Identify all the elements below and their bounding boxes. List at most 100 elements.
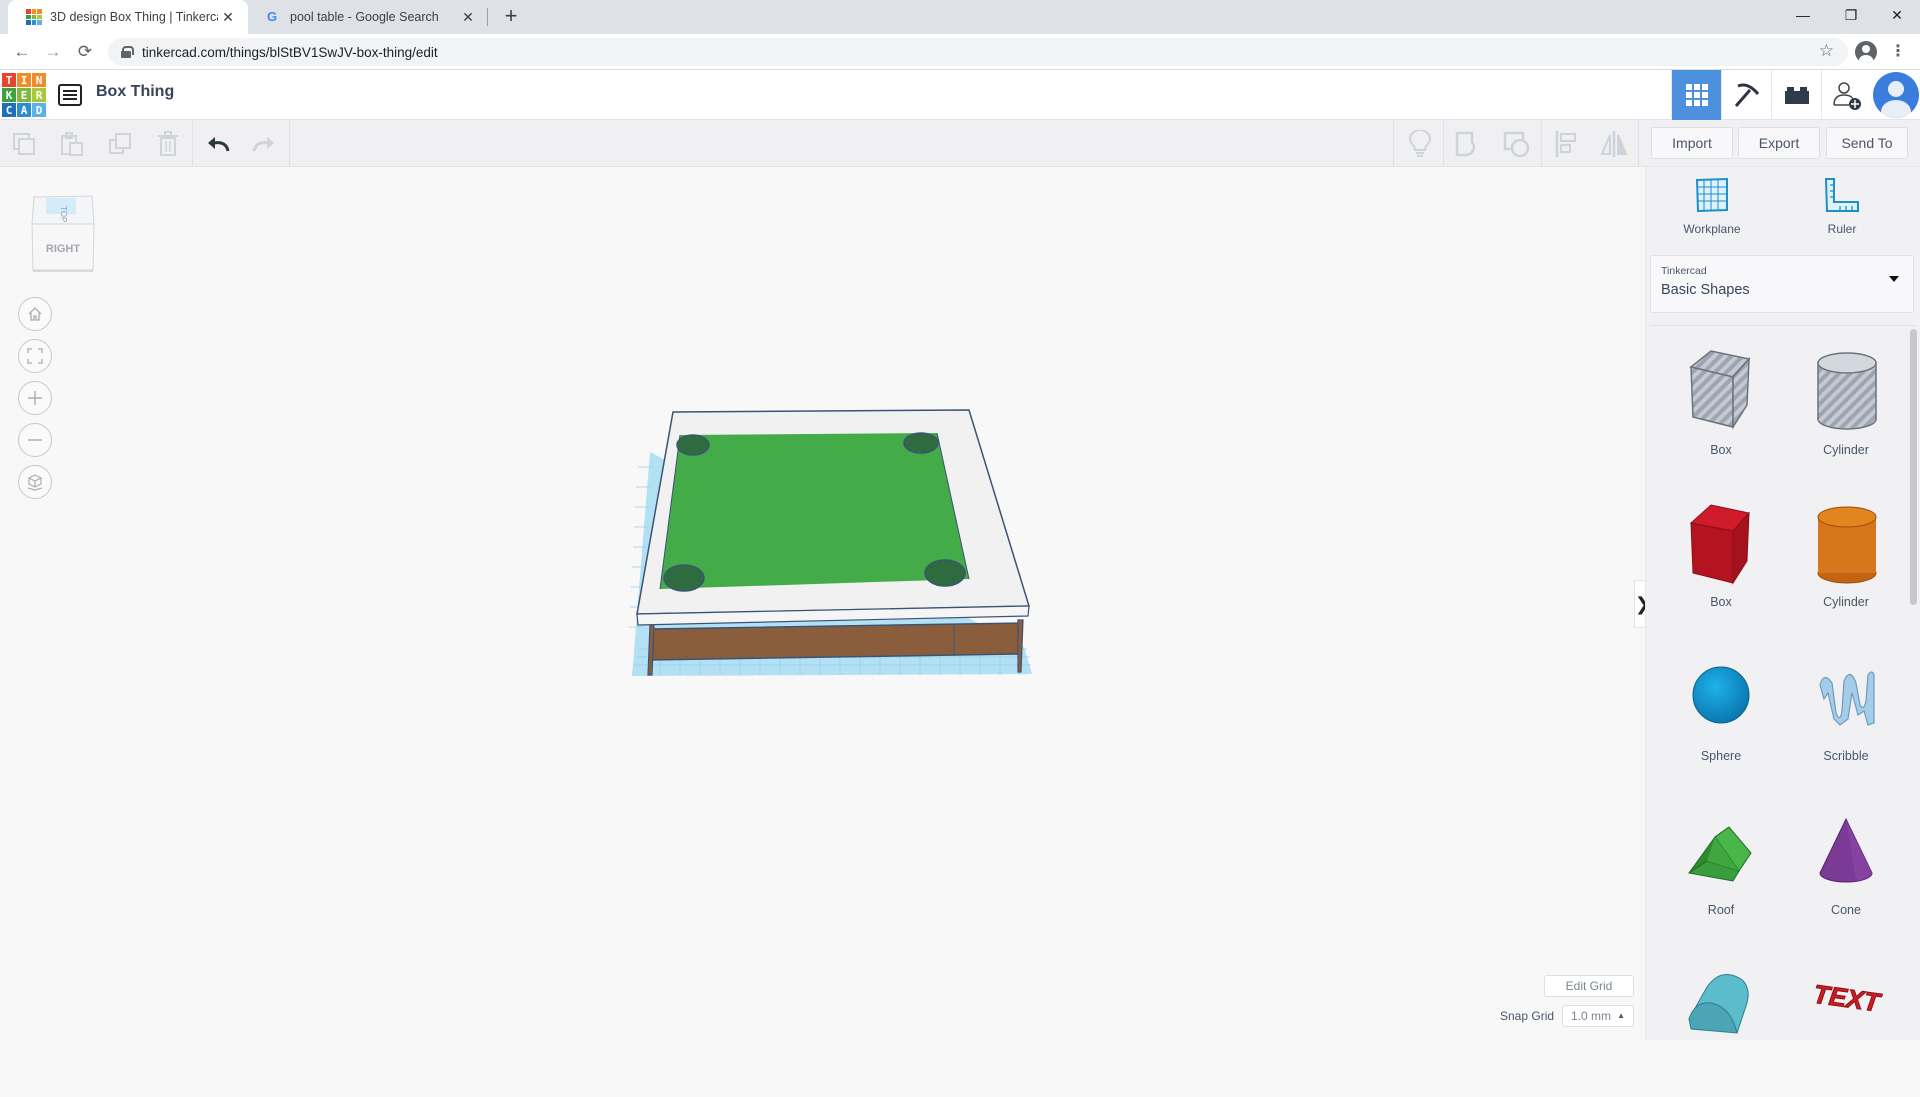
ruler-tool[interactable]: Ruler: [1792, 177, 1892, 236]
back-button[interactable]: ←: [10, 40, 34, 64]
caret-up-icon: ▲: [1617, 1011, 1625, 1020]
shape-library-dropdown[interactable]: Tinkercad Basic Shapes: [1650, 255, 1914, 313]
logo-letter: C: [2, 103, 16, 117]
group-button[interactable]: [1444, 120, 1492, 167]
url-bar[interactable]: tinkercad.com/things/blStBV1SwJV-box-thi…: [108, 38, 1848, 66]
brick-icon: [1784, 87, 1809, 104]
chrome-profile-icon[interactable]: [1855, 41, 1877, 63]
tinkercad-favicon-icon: [26, 9, 42, 25]
round-roof-icon: [1688, 974, 1749, 1034]
fit-view-icon: [27, 348, 43, 364]
workplane-tool[interactable]: Workplane: [1662, 177, 1762, 236]
shape-sphere[interactable]: Sphere: [1666, 653, 1776, 793]
group-icon: [1455, 131, 1476, 156]
browser-tab-bar: 3D design Box Thing | Tinkercad ✕ G pool…: [0, 0, 1920, 34]
shape-text[interactable]: TEXT: [1791, 957, 1901, 1097]
redo-button[interactable]: [240, 120, 288, 167]
window-close-button[interactable]: ✕: [1874, 0, 1920, 30]
chrome-menu-button[interactable]: ⋮: [1890, 40, 1906, 64]
shape-label: Box: [1710, 443, 1732, 457]
view-cube[interactable]: TOP RIGHT: [30, 192, 96, 273]
shape-cylinder-hole[interactable]: Cylinder: [1791, 347, 1901, 487]
tinkercad-logo[interactable]: T I N K E R C A D: [2, 73, 46, 117]
viewcube-right-label[interactable]: RIGHT: [46, 243, 81, 255]
lightbulb-icon: [1409, 129, 1431, 157]
undo-button[interactable]: [194, 120, 242, 167]
shape-label: Cone: [1831, 903, 1861, 917]
panel-divider: [1650, 325, 1916, 326]
snap-grid-select[interactable]: 1.0 mm ▲: [1562, 1005, 1634, 1027]
tab-title: pool table - Google Search: [290, 10, 439, 24]
zoom-in-button[interactable]: [18, 381, 52, 415]
duplicate-icon: [109, 132, 131, 154]
align-icon: [1555, 130, 1576, 157]
shape-label: Roof: [1707, 903, 1735, 917]
logo-letter: R: [32, 88, 46, 102]
box-hole-icon: [1689, 350, 1751, 430]
shape-scribble[interactable]: Scribble: [1791, 653, 1901, 793]
mirror-button[interactable]: [1590, 120, 1638, 167]
delete-button[interactable]: [144, 120, 192, 167]
duplicate-button[interactable]: [96, 120, 144, 167]
tab-google-search[interactable]: G pool table - Google Search ✕: [248, 0, 488, 34]
undo-icon: [208, 136, 230, 151]
codeblocks-button[interactable]: [1721, 70, 1771, 120]
home-view-button[interactable]: [18, 297, 52, 331]
user-avatar[interactable]: [1873, 72, 1919, 118]
shape-cone[interactable]: Cone: [1791, 807, 1901, 947]
shape-box-hole[interactable]: Box: [1666, 347, 1776, 487]
design-list-icon[interactable]: [58, 84, 82, 106]
tab-separator: [487, 8, 488, 26]
url-text[interactable]: tinkercad.com/things/blStBV1SwJV-box-thi…: [142, 45, 438, 60]
sphere-icon: [1692, 666, 1750, 724]
3d-view-button[interactable]: [1671, 70, 1721, 120]
pocket: [903, 432, 939, 454]
shape-roof[interactable]: Roof: [1666, 807, 1776, 947]
pool-table-model[interactable]: [600, 407, 1060, 857]
close-tab-icon[interactable]: ✕: [458, 9, 478, 26]
tab-tinkercad[interactable]: 3D design Box Thing | Tinkercad ✕: [8, 0, 248, 34]
workplane-label: Workplane: [1683, 222, 1741, 236]
shape-label: Box: [1710, 595, 1732, 609]
logo-letter: E: [17, 88, 31, 102]
fit-all-button[interactable]: [18, 339, 52, 373]
3d-viewport[interactable]: TOP RIGHT Edit Grid Snap Grid 1.0 mm ▲: [0, 167, 1645, 1040]
bookmark-star-icon[interactable]: ☆: [1819, 41, 1834, 61]
svg-text:TEXT: TEXT: [1812, 979, 1884, 1018]
scribble-icon: [1819, 671, 1875, 726]
note-button[interactable]: [1396, 120, 1444, 167]
toolbar-divider: [1393, 120, 1394, 167]
minimize-button[interactable]: —: [1780, 0, 1826, 30]
restore-button[interactable]: ❐: [1828, 0, 1874, 30]
shape-box[interactable]: Box: [1666, 499, 1776, 639]
close-tab-icon[interactable]: ✕: [218, 9, 238, 26]
ruler-label: Ruler: [1827, 222, 1857, 236]
copy-button[interactable]: [0, 120, 48, 167]
paste-button[interactable]: [48, 120, 96, 167]
shape-label: Cylinder: [1823, 595, 1869, 609]
toolbar-divider: [289, 120, 290, 167]
grid-icon: [1685, 84, 1708, 106]
import-button[interactable]: Import: [1651, 127, 1733, 159]
design-title[interactable]: Box Thing: [96, 83, 174, 101]
new-tab-button[interactable]: +: [498, 4, 524, 30]
bricks-button[interactable]: [1771, 70, 1821, 120]
align-button[interactable]: [1542, 120, 1590, 167]
perspective-toggle-button[interactable]: [18, 465, 52, 499]
forward-button[interactable]: →: [41, 40, 65, 64]
edit-grid-button[interactable]: Edit Grid: [1544, 975, 1634, 997]
shapes-scrollbar[interactable]: [1910, 329, 1917, 605]
toolbar-divider: [1638, 120, 1639, 167]
reload-button[interactable]: ⟳: [73, 40, 97, 64]
ungroup-button[interactable]: [1492, 120, 1540, 167]
shapes-panel: Workplane Ruler Tinkercad Basic Shapes B…: [1645, 167, 1920, 1040]
send-to-button[interactable]: Send To: [1826, 127, 1908, 159]
shape-round-roof[interactable]: [1666, 957, 1776, 1097]
export-button[interactable]: Export: [1738, 127, 1820, 159]
zoom-out-button[interactable]: [18, 423, 52, 457]
shape-cylinder[interactable]: Cylinder: [1791, 499, 1901, 639]
trash-icon: [158, 130, 178, 156]
redo-icon: [252, 136, 274, 151]
snap-grid-value: 1.0 mm: [1571, 1009, 1612, 1023]
invite-button[interactable]: [1821, 70, 1871, 120]
